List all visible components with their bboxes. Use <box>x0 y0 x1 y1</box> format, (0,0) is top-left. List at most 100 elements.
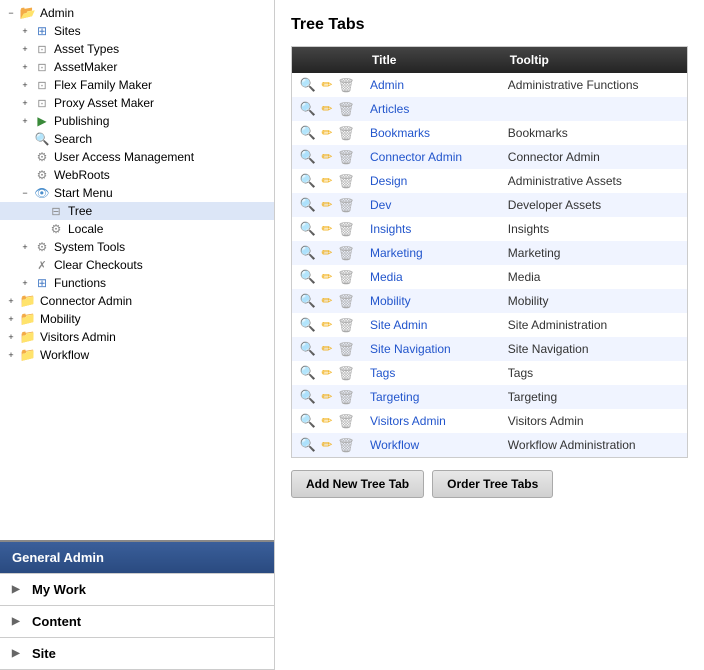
edit-icon[interactable]: ✏ <box>319 269 335 285</box>
expand-btn[interactable] <box>4 6 18 20</box>
delete-icon[interactable]: 🗑 <box>338 245 354 261</box>
expand-btn[interactable] <box>18 42 32 56</box>
tree-item-connector-admin[interactable]: 📁Connector Admin <box>0 292 274 310</box>
delete-icon[interactable]: 🗑 <box>338 365 354 381</box>
expand-btn[interactable] <box>18 96 32 110</box>
tree-item-locale[interactable]: ⚙Locale <box>0 220 274 238</box>
row-title[interactable]: Dev <box>362 193 500 217</box>
delete-icon[interactable]: 🗑 <box>338 173 354 189</box>
view-icon[interactable]: 🔍 <box>300 269 316 285</box>
delete-icon[interactable]: 🗑 <box>338 221 354 237</box>
view-icon[interactable]: 🔍 <box>300 221 316 237</box>
view-icon[interactable]: 🔍 <box>300 149 316 165</box>
view-icon[interactable]: 🔍 <box>300 437 316 453</box>
row-title[interactable]: Articles <box>362 97 500 121</box>
tree-item-sites[interactable]: ⊞Sites <box>0 22 274 40</box>
view-icon[interactable]: 🔍 <box>300 101 316 117</box>
title-link[interactable]: Admin <box>370 78 404 92</box>
delete-icon[interactable]: 🗑 <box>338 101 354 117</box>
row-title[interactable]: Design <box>362 169 500 193</box>
expand-btn[interactable] <box>4 348 18 362</box>
row-title[interactable]: Site Navigation <box>362 337 500 361</box>
tree-item-mobility[interactable]: 📁Mobility <box>0 310 274 328</box>
title-link[interactable]: Marketing <box>370 246 423 260</box>
edit-icon[interactable]: ✏ <box>319 149 335 165</box>
view-icon[interactable]: 🔍 <box>300 197 316 213</box>
title-link[interactable]: Site Navigation <box>370 342 451 356</box>
edit-icon[interactable]: ✏ <box>319 365 335 381</box>
view-icon[interactable]: 🔍 <box>300 317 316 333</box>
expand-btn[interactable] <box>18 186 32 200</box>
nav-item-general-admin[interactable]: General Admin <box>0 542 274 574</box>
view-icon[interactable]: 🔍 <box>300 413 316 429</box>
title-link[interactable]: Site Admin <box>370 318 427 332</box>
expand-btn[interactable] <box>18 78 32 92</box>
view-icon[interactable]: 🔍 <box>300 173 316 189</box>
delete-icon[interactable]: 🗑 <box>338 413 354 429</box>
delete-icon[interactable]: 🗑 <box>338 77 354 93</box>
title-link[interactable]: Media <box>370 270 403 284</box>
title-link[interactable]: Visitors Admin <box>370 414 446 428</box>
row-title[interactable]: Mobility <box>362 289 500 313</box>
delete-icon[interactable]: 🗑 <box>338 341 354 357</box>
view-icon[interactable]: 🔍 <box>300 77 316 93</box>
tree-item-search[interactable]: 🔍Search <box>0 130 274 148</box>
tree-item-tree[interactable]: ⊟Tree <box>0 202 274 220</box>
tree-item-visitors-admin[interactable]: 📁Visitors Admin <box>0 328 274 346</box>
expand-btn[interactable] <box>4 330 18 344</box>
row-title[interactable]: Visitors Admin <box>362 409 500 433</box>
nav-item-content[interactable]: ▶Content <box>0 606 274 638</box>
row-title[interactable]: Workflow <box>362 433 500 458</box>
edit-icon[interactable]: ✏ <box>319 293 335 309</box>
edit-icon[interactable]: ✏ <box>319 77 335 93</box>
title-link[interactable]: Insights <box>370 222 411 236</box>
title-link[interactable]: Workflow <box>370 438 419 452</box>
tree-item-clear-checkouts[interactable]: ✗Clear Checkouts <box>0 256 274 274</box>
row-title[interactable]: Media <box>362 265 500 289</box>
view-icon[interactable]: 🔍 <box>300 389 316 405</box>
delete-icon[interactable]: 🗑 <box>338 389 354 405</box>
expand-btn[interactable] <box>18 114 32 128</box>
order-tree-tabs-button[interactable]: Order Tree Tabs <box>432 470 553 498</box>
expand-btn[interactable] <box>18 60 32 74</box>
edit-icon[interactable]: ✏ <box>319 437 335 453</box>
tree-item-assetmaker[interactable]: ⊡AssetMaker <box>0 58 274 76</box>
view-icon[interactable]: 🔍 <box>300 125 316 141</box>
row-title[interactable]: Connector Admin <box>362 145 500 169</box>
row-title[interactable]: Marketing <box>362 241 500 265</box>
edit-icon[interactable]: ✏ <box>319 173 335 189</box>
title-link[interactable]: Design <box>370 174 407 188</box>
view-icon[interactable]: 🔍 <box>300 341 316 357</box>
tree-item-asset-types[interactable]: ⊡Asset Types <box>0 40 274 58</box>
tree-item-proxy-asset[interactable]: ⊡Proxy Asset Maker <box>0 94 274 112</box>
title-link[interactable]: Connector Admin <box>370 150 462 164</box>
row-title[interactable]: Targeting <box>362 385 500 409</box>
nav-item-my-work[interactable]: ▶My Work <box>0 574 274 606</box>
tree-item-publishing[interactable]: ▶Publishing <box>0 112 274 130</box>
expand-btn[interactable] <box>18 24 32 38</box>
tree-item-system-tools[interactable]: ⚙System Tools <box>0 238 274 256</box>
row-title[interactable]: Insights <box>362 217 500 241</box>
edit-icon[interactable]: ✏ <box>319 413 335 429</box>
row-title[interactable]: Site Admin <box>362 313 500 337</box>
delete-icon[interactable]: 🗑 <box>338 125 354 141</box>
view-icon[interactable]: 🔍 <box>300 293 316 309</box>
delete-icon[interactable]: 🗑 <box>338 317 354 333</box>
title-link[interactable]: Dev <box>370 198 391 212</box>
nav-item-site[interactable]: ▶Site <box>0 638 274 670</box>
edit-icon[interactable]: ✏ <box>319 125 335 141</box>
row-title[interactable]: Tags <box>362 361 500 385</box>
edit-icon[interactable]: ✏ <box>319 197 335 213</box>
expand-btn[interactable] <box>4 294 18 308</box>
tree-item-start-menu[interactable]: 👁Start Menu <box>0 184 274 202</box>
view-icon[interactable]: 🔍 <box>300 245 316 261</box>
edit-icon[interactable]: ✏ <box>319 389 335 405</box>
view-icon[interactable]: 🔍 <box>300 365 316 381</box>
delete-icon[interactable]: 🗑 <box>338 293 354 309</box>
title-link[interactable]: Bookmarks <box>370 126 430 140</box>
title-link[interactable]: Articles <box>370 102 409 116</box>
title-link[interactable]: Mobility <box>370 294 411 308</box>
edit-icon[interactable]: ✏ <box>319 245 335 261</box>
expand-btn[interactable] <box>18 240 32 254</box>
title-link[interactable]: Tags <box>370 366 395 380</box>
